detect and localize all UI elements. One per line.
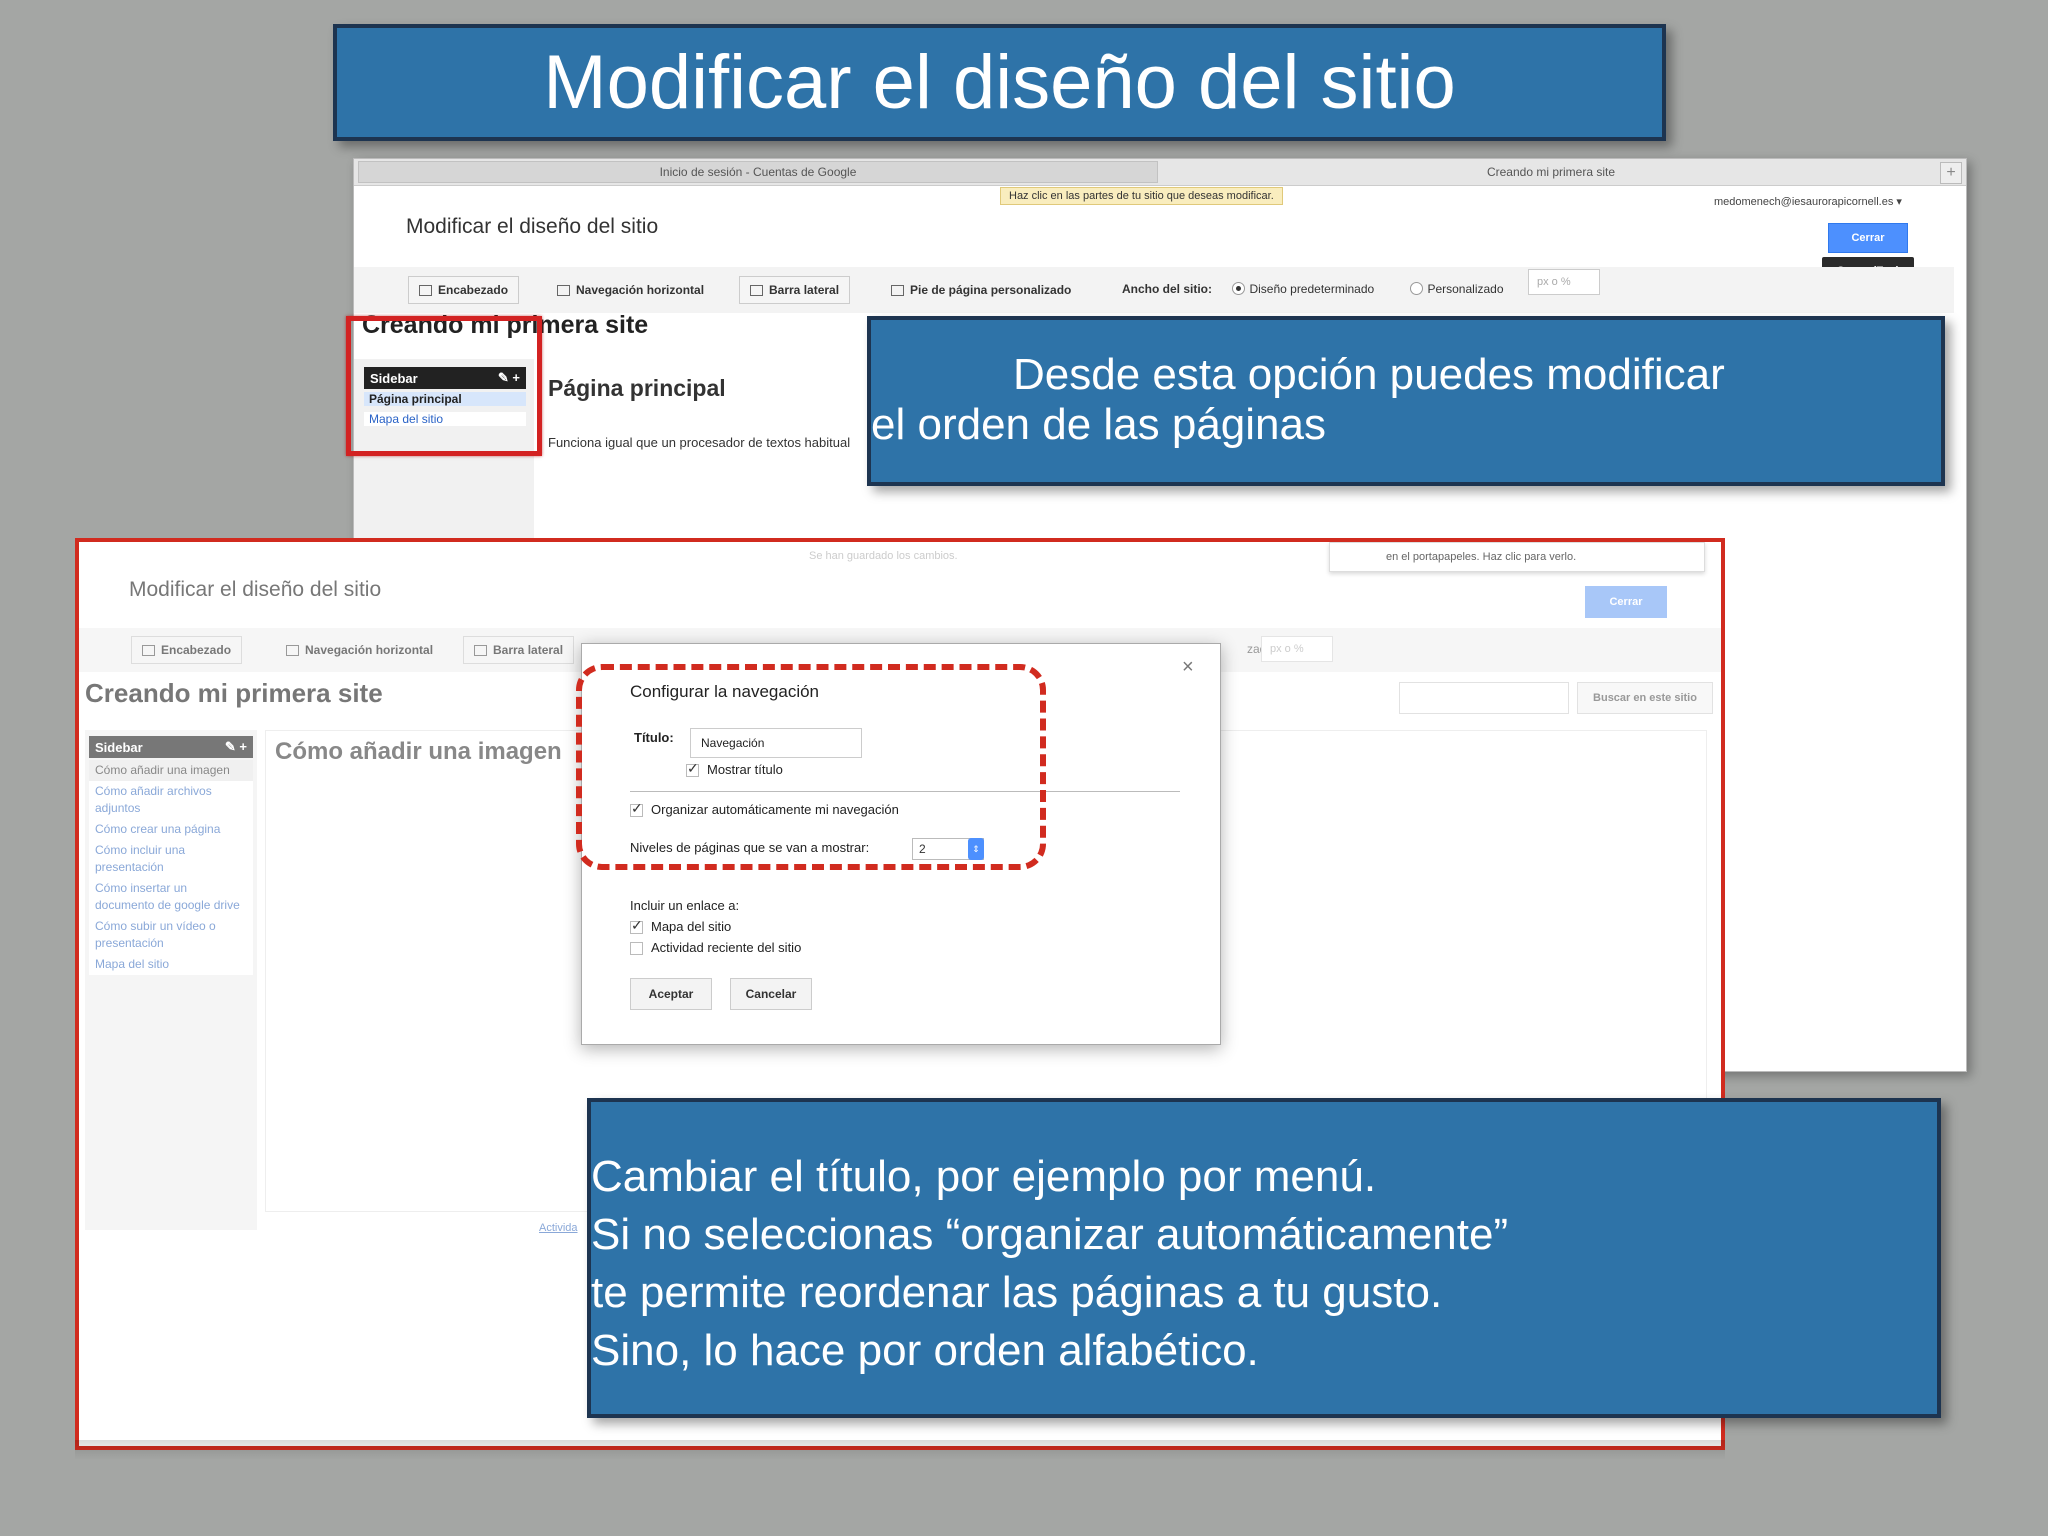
callout-line: Desde esta opción puedes modificar	[1013, 350, 1725, 399]
custom-width-radio[interactable]: Personalizado	[1410, 280, 1504, 298]
radio-unselected-icon	[1410, 282, 1423, 296]
layout-icon	[557, 284, 570, 296]
callout-navigation-tips: Cambiar el título, por ejemplo por menú.…	[587, 1098, 1941, 1418]
page-title: Página principal	[548, 375, 726, 401]
page-title: Cómo añadir una imagen	[275, 738, 562, 765]
horizontal-nav-button[interactable]: Navegación horizontal	[275, 636, 445, 664]
header-button[interactable]: Encabezado	[408, 276, 520, 304]
callout-line: el orden de las páginas	[871, 400, 1326, 449]
sitemap-checkbox[interactable]: Mapa del sitio	[630, 917, 731, 935]
cancel-button[interactable]: Cancelar	[730, 978, 812, 1010]
layout-icon	[750, 284, 763, 296]
sidebar-item[interactable]: Mapa del sitio	[89, 954, 253, 975]
horizontal-nav-button[interactable]: Navegación horizontal	[546, 276, 715, 304]
browser-tab-google-login[interactable]: Inicio de sesión - Cuentas de Google	[358, 161, 1158, 183]
layout-icon	[419, 284, 432, 296]
site-width-label: Ancho del sitio:	[1122, 282, 1212, 296]
layout-icon	[286, 644, 299, 656]
width-input[interactable]: px o %	[1261, 636, 1333, 662]
sidebar-item[interactable]: Cómo crear una página	[89, 819, 253, 840]
layout-icon	[891, 284, 904, 296]
saved-notice: Se han guardado los cambios.	[809, 550, 958, 562]
sidebar-item[interactable]: Cómo insertar un documento de google dri…	[89, 878, 253, 916]
default-design-radio[interactable]: Diseño predeterminado	[1232, 280, 1374, 298]
include-link-label: Incluir un enlace a:	[630, 898, 740, 913]
callout-reorder-pages: Desde esta opción puedes modificar el or…	[867, 316, 1945, 486]
edit-add-icon[interactable]: ✎ +	[225, 739, 247, 755]
drop-shadow	[75, 1440, 1725, 1460]
callout-line: Cambiar el título, por ejemplo por menú.	[591, 1152, 1377, 1201]
caret-down-icon: ▾	[1896, 196, 1902, 208]
radio-selected-icon	[1232, 282, 1245, 296]
sidebar-button[interactable]: Barra lateral	[739, 276, 851, 304]
site-search-button[interactable]: Buscar en este sitio	[1577, 682, 1713, 714]
page-body-text: Funciona igual que un procesador de text…	[548, 435, 851, 450]
new-tab-icon[interactable]: +	[1940, 162, 1962, 184]
close-icon[interactable]: ×	[1182, 656, 1194, 679]
user-account-menu[interactable]: medomenech@iesaurorapicornell.es ▾	[1714, 195, 1902, 208]
edit-hint: Haz clic en las partes de tu sitio que d…	[1000, 187, 1283, 205]
browser-tab-site[interactable]: Creando mi primera site	[1160, 161, 1942, 183]
sidebar-item[interactable]: Cómo añadir una imagen	[89, 760, 253, 781]
layout-icon	[474, 644, 487, 656]
sidebar-item[interactable]: Cómo incluir una presentación	[89, 840, 253, 878]
close-button[interactable]: Cerrar	[1828, 223, 1908, 253]
recent-activity-checkbox[interactable]: Actividad reciente del sitio	[630, 940, 801, 956]
sidebar-list: Cómo añadir una imagen Cómo añadir archi…	[89, 760, 253, 975]
sidebar-item[interactable]: Cómo añadir archivos adjuntos	[89, 781, 253, 819]
slide-title-banner: Modificar el diseño del sitio	[333, 24, 1666, 141]
callout-line: Si no seleccionas “organizar automáticam…	[591, 1210, 1509, 1259]
callout-line: Sino, lo hace por orden alfabético.	[591, 1326, 1259, 1375]
slide-title: Modificar el diseño del sitio	[543, 40, 1456, 125]
width-input[interactable]: px o %	[1528, 269, 1600, 295]
callout-line: te permite reordenar las páginas a tu gu…	[591, 1268, 1443, 1317]
layout-icon	[142, 644, 155, 656]
header-button[interactable]: Encabezado	[131, 636, 243, 664]
site-search-input[interactable]	[1399, 682, 1569, 714]
sidebar-highlight-box	[346, 316, 542, 456]
checkbox-checked-icon	[630, 917, 643, 935]
clipboard-notification[interactable]: en el portapapeles. Haz clic para verlo.	[1329, 542, 1705, 572]
close-button[interactable]: Cerrar	[1585, 586, 1667, 618]
sidebar-button[interactable]: Barra lateral	[463, 636, 575, 664]
sidebar-item[interactable]: Cómo subir un vídeo o presentación	[89, 916, 253, 954]
checkbox-unchecked-icon	[630, 942, 643, 956]
custom-footer-button[interactable]: Pie de página personalizado	[880, 276, 1082, 304]
dialog-highlight-box	[576, 664, 1046, 870]
edit-layout-title: Modificar el diseño del sitio	[129, 578, 382, 601]
sidebar-header[interactable]: Sidebar ✎ +	[89, 736, 253, 758]
accept-button[interactable]: Aceptar	[630, 978, 712, 1010]
recent-activity-link[interactable]: Activida	[539, 1222, 578, 1234]
site-name: Creando mi primera site	[85, 678, 383, 708]
user-email: medomenech@iesaurorapicornell.es	[1714, 196, 1894, 208]
browser-tab-bar: Inicio de sesión - Cuentas de Google Cre…	[354, 159, 1966, 186]
edit-layout-title: Modificar el diseño del sitio	[406, 215, 659, 238]
